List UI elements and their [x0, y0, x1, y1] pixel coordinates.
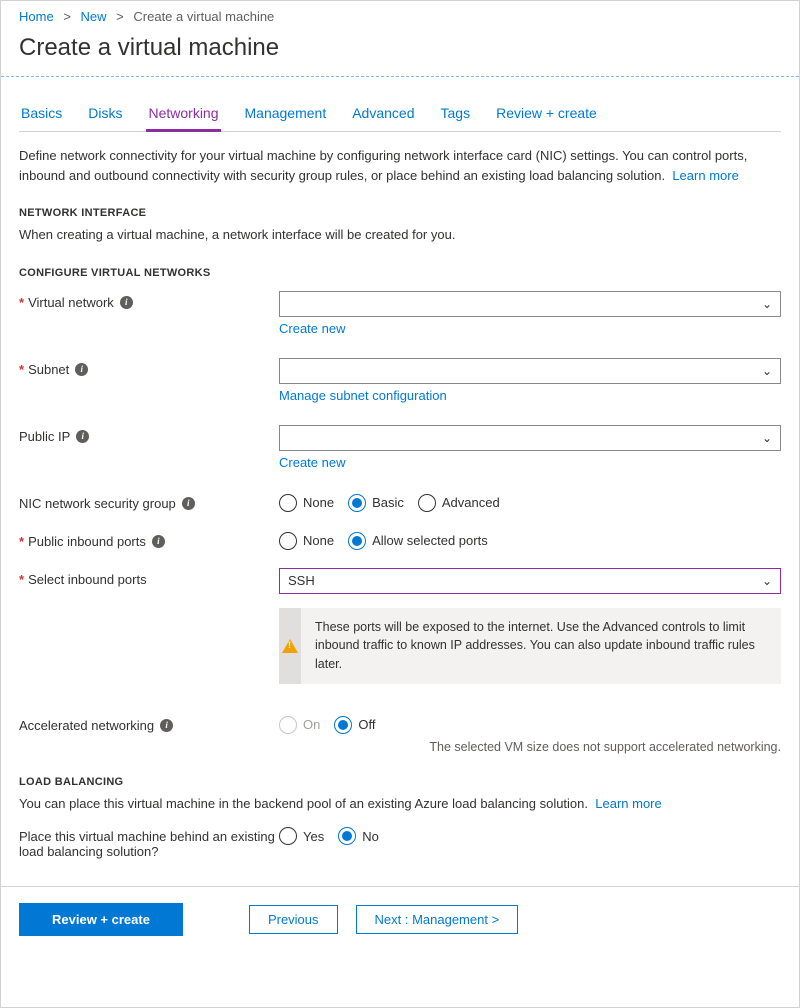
chevron-down-icon: ⌄ — [762, 297, 772, 311]
label-select-ports: Select inbound ports — [28, 572, 147, 587]
manage-subnet-link[interactable]: Manage subnet configuration — [279, 388, 447, 403]
breadcrumb-new[interactable]: New — [81, 9, 107, 24]
breadcrumb: Home > New > Create a virtual machine — [1, 1, 799, 28]
virtual-network-select[interactable]: ⌄ — [279, 291, 781, 317]
label-virtual-network: Virtual network — [28, 295, 114, 310]
label-load-balancer: Place this virtual machine behind an exi… — [19, 829, 279, 859]
accel-helper: The selected VM size does not support ac… — [279, 740, 781, 754]
select-inbound-ports[interactable]: SSH ⌄ — [279, 568, 781, 594]
lb-radio-no[interactable]: No — [338, 827, 379, 845]
info-icon[interactable]: i — [75, 363, 88, 376]
tab-advanced[interactable]: Advanced — [350, 97, 416, 132]
network-interface-desc: When creating a virtual machine, a netwo… — [19, 225, 781, 245]
required-icon: * — [19, 572, 24, 587]
public-ip-select[interactable]: ⌄ — [279, 425, 781, 451]
info-icon[interactable]: i — [120, 296, 133, 309]
section-load-balancing: LOAD BALANCING — [19, 776, 781, 788]
lb-radio-yes[interactable]: Yes — [279, 827, 324, 845]
breadcrumb-home[interactable]: Home — [19, 9, 54, 24]
chevron-down-icon: ⌄ — [762, 364, 772, 378]
tab-networking[interactable]: Networking — [146, 97, 220, 132]
nsg-radio-basic[interactable]: Basic — [348, 494, 404, 512]
tab-bar: Basics Disks Networking Management Advan… — [19, 97, 781, 132]
required-icon: * — [19, 362, 24, 377]
label-subnet: Subnet — [28, 362, 69, 377]
nsg-radio-none[interactable]: None — [279, 494, 334, 512]
next-button[interactable]: Next : Management > — [356, 905, 519, 934]
required-icon: * — [19, 534, 24, 549]
breadcrumb-current: Create a virtual machine — [133, 9, 274, 24]
info-icon[interactable]: i — [76, 430, 89, 443]
previous-button[interactable]: Previous — [249, 905, 338, 934]
chevron-down-icon: ⌄ — [762, 574, 772, 588]
chevron-right-icon: > — [116, 9, 124, 24]
create-new-vnet-link[interactable]: Create new — [279, 321, 345, 336]
label-public-ip: Public IP — [19, 429, 70, 444]
learn-more-lb-link[interactable]: Learn more — [595, 796, 661, 811]
info-icon[interactable]: i — [160, 719, 173, 732]
nsg-radio-advanced[interactable]: Advanced — [418, 494, 500, 512]
inbound-radio-none[interactable]: None — [279, 532, 334, 550]
warning-icon — [282, 639, 298, 653]
chevron-right-icon: > — [63, 9, 71, 24]
tab-basics[interactable]: Basics — [19, 97, 64, 132]
accel-radio-off[interactable]: Off — [334, 716, 375, 734]
info-icon[interactable]: i — [182, 497, 195, 510]
review-create-button[interactable]: Review + create — [19, 903, 183, 936]
label-accelerated-networking: Accelerated networking — [19, 718, 154, 733]
footer-actions: Review + create Previous Next : Manageme… — [1, 886, 799, 952]
subnet-select[interactable]: ⌄ — [279, 358, 781, 384]
label-inbound-ports: Public inbound ports — [28, 534, 146, 549]
tab-management[interactable]: Management — [243, 97, 329, 132]
section-network-interface: NETWORK INTERFACE — [19, 207, 781, 219]
tab-disks[interactable]: Disks — [86, 97, 124, 132]
info-icon[interactable]: i — [152, 535, 165, 548]
divider — [1, 76, 799, 77]
select-value: SSH — [288, 573, 315, 588]
chevron-down-icon: ⌄ — [762, 431, 772, 445]
intro-text: Define network connectivity for your vir… — [19, 146, 781, 185]
tab-tags[interactable]: Tags — [439, 97, 473, 132]
accel-radio-on: On — [279, 716, 320, 734]
create-new-ip-link[interactable]: Create new — [279, 455, 345, 470]
label-nsg: NIC network security group — [19, 496, 176, 511]
warning-text: These ports will be exposed to the inter… — [301, 608, 781, 684]
required-icon: * — [19, 295, 24, 310]
tab-review[interactable]: Review + create — [494, 97, 599, 132]
warning-box: These ports will be exposed to the inter… — [279, 608, 781, 684]
inbound-radio-allow[interactable]: Allow selected ports — [348, 532, 488, 550]
section-configure-vnet: CONFIGURE VIRTUAL NETWORKS — [19, 267, 781, 279]
load-balancing-desc: You can place this virtual machine in th… — [19, 794, 781, 814]
learn-more-link[interactable]: Learn more — [672, 168, 738, 183]
page-title: Create a virtual machine — [1, 28, 799, 76]
